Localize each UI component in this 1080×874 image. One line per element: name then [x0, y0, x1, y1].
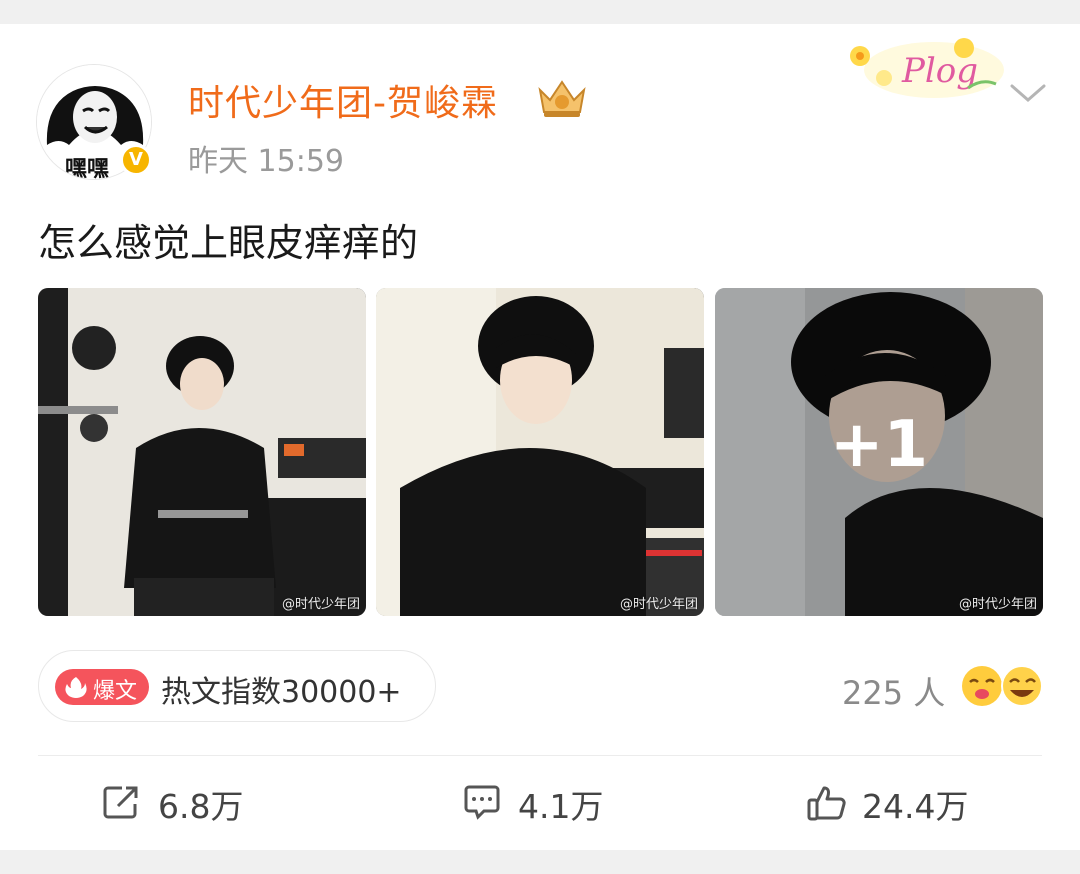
photo-watermark: @时代少年团 [619, 597, 698, 612]
hot-index-pill[interactable]: 爆文 热文指数30000+ [38, 650, 436, 722]
username[interactable]: 时代少年团-贺峻霖 [188, 74, 498, 126]
reaction-emoji-icons[interactable] [960, 664, 1044, 708]
photo-watermark: @时代少年团 [281, 597, 360, 612]
share-count: 6.8万 [158, 787, 244, 826]
thumbs-up-icon [807, 786, 846, 821]
reaction-count[interactable]: 225 人 [842, 668, 945, 714]
comment-button[interactable]: 4.1万 [462, 780, 642, 826]
verified-icon: V [120, 144, 152, 176]
photo-1[interactable]: @时代少年团 [38, 288, 366, 616]
chevron-down-icon[interactable] [1006, 78, 1050, 106]
comment-count: 4.1万 [518, 787, 604, 826]
photo-watermark: @时代少年团 [958, 597, 1037, 612]
post-text: 怎么感觉上眼皮痒痒的 [38, 221, 419, 265]
flame-icon [65, 677, 87, 698]
divider [38, 755, 1042, 756]
photo-2[interactable]: @时代少年团 [376, 288, 704, 616]
photo-3[interactable]: +1 @时代少年团 [715, 288, 1043, 616]
photo-1-image [38, 288, 366, 616]
share-button[interactable]: 6.8万 [102, 780, 282, 826]
crown-icon [538, 80, 586, 117]
hot-badge: 爆文 [55, 669, 149, 705]
comment-icon [464, 785, 500, 820]
hot-index-label: 热文指数30000+ [161, 675, 402, 710]
avatar-caption: 嘿嘿 [65, 157, 110, 180]
weibo-post-card: 嘿嘿 V 时代少年团-贺峻霖 昨天 15:59 Plog 怎么感觉上眼皮痒痒的 [0, 24, 1080, 850]
share-icon [103, 786, 138, 819]
plog-sticker: Plog [850, 38, 1004, 98]
more-photos-count: +1 [829, 408, 929, 482]
post-timestamp: 昨天 15:59 [188, 144, 344, 179]
like-button[interactable]: 24.4万 [806, 780, 1006, 826]
like-count: 24.4万 [862, 787, 969, 826]
plog-label: Plog [901, 51, 978, 91]
photo-2-image [376, 288, 704, 616]
hot-badge-label: 爆文 [93, 679, 138, 704]
